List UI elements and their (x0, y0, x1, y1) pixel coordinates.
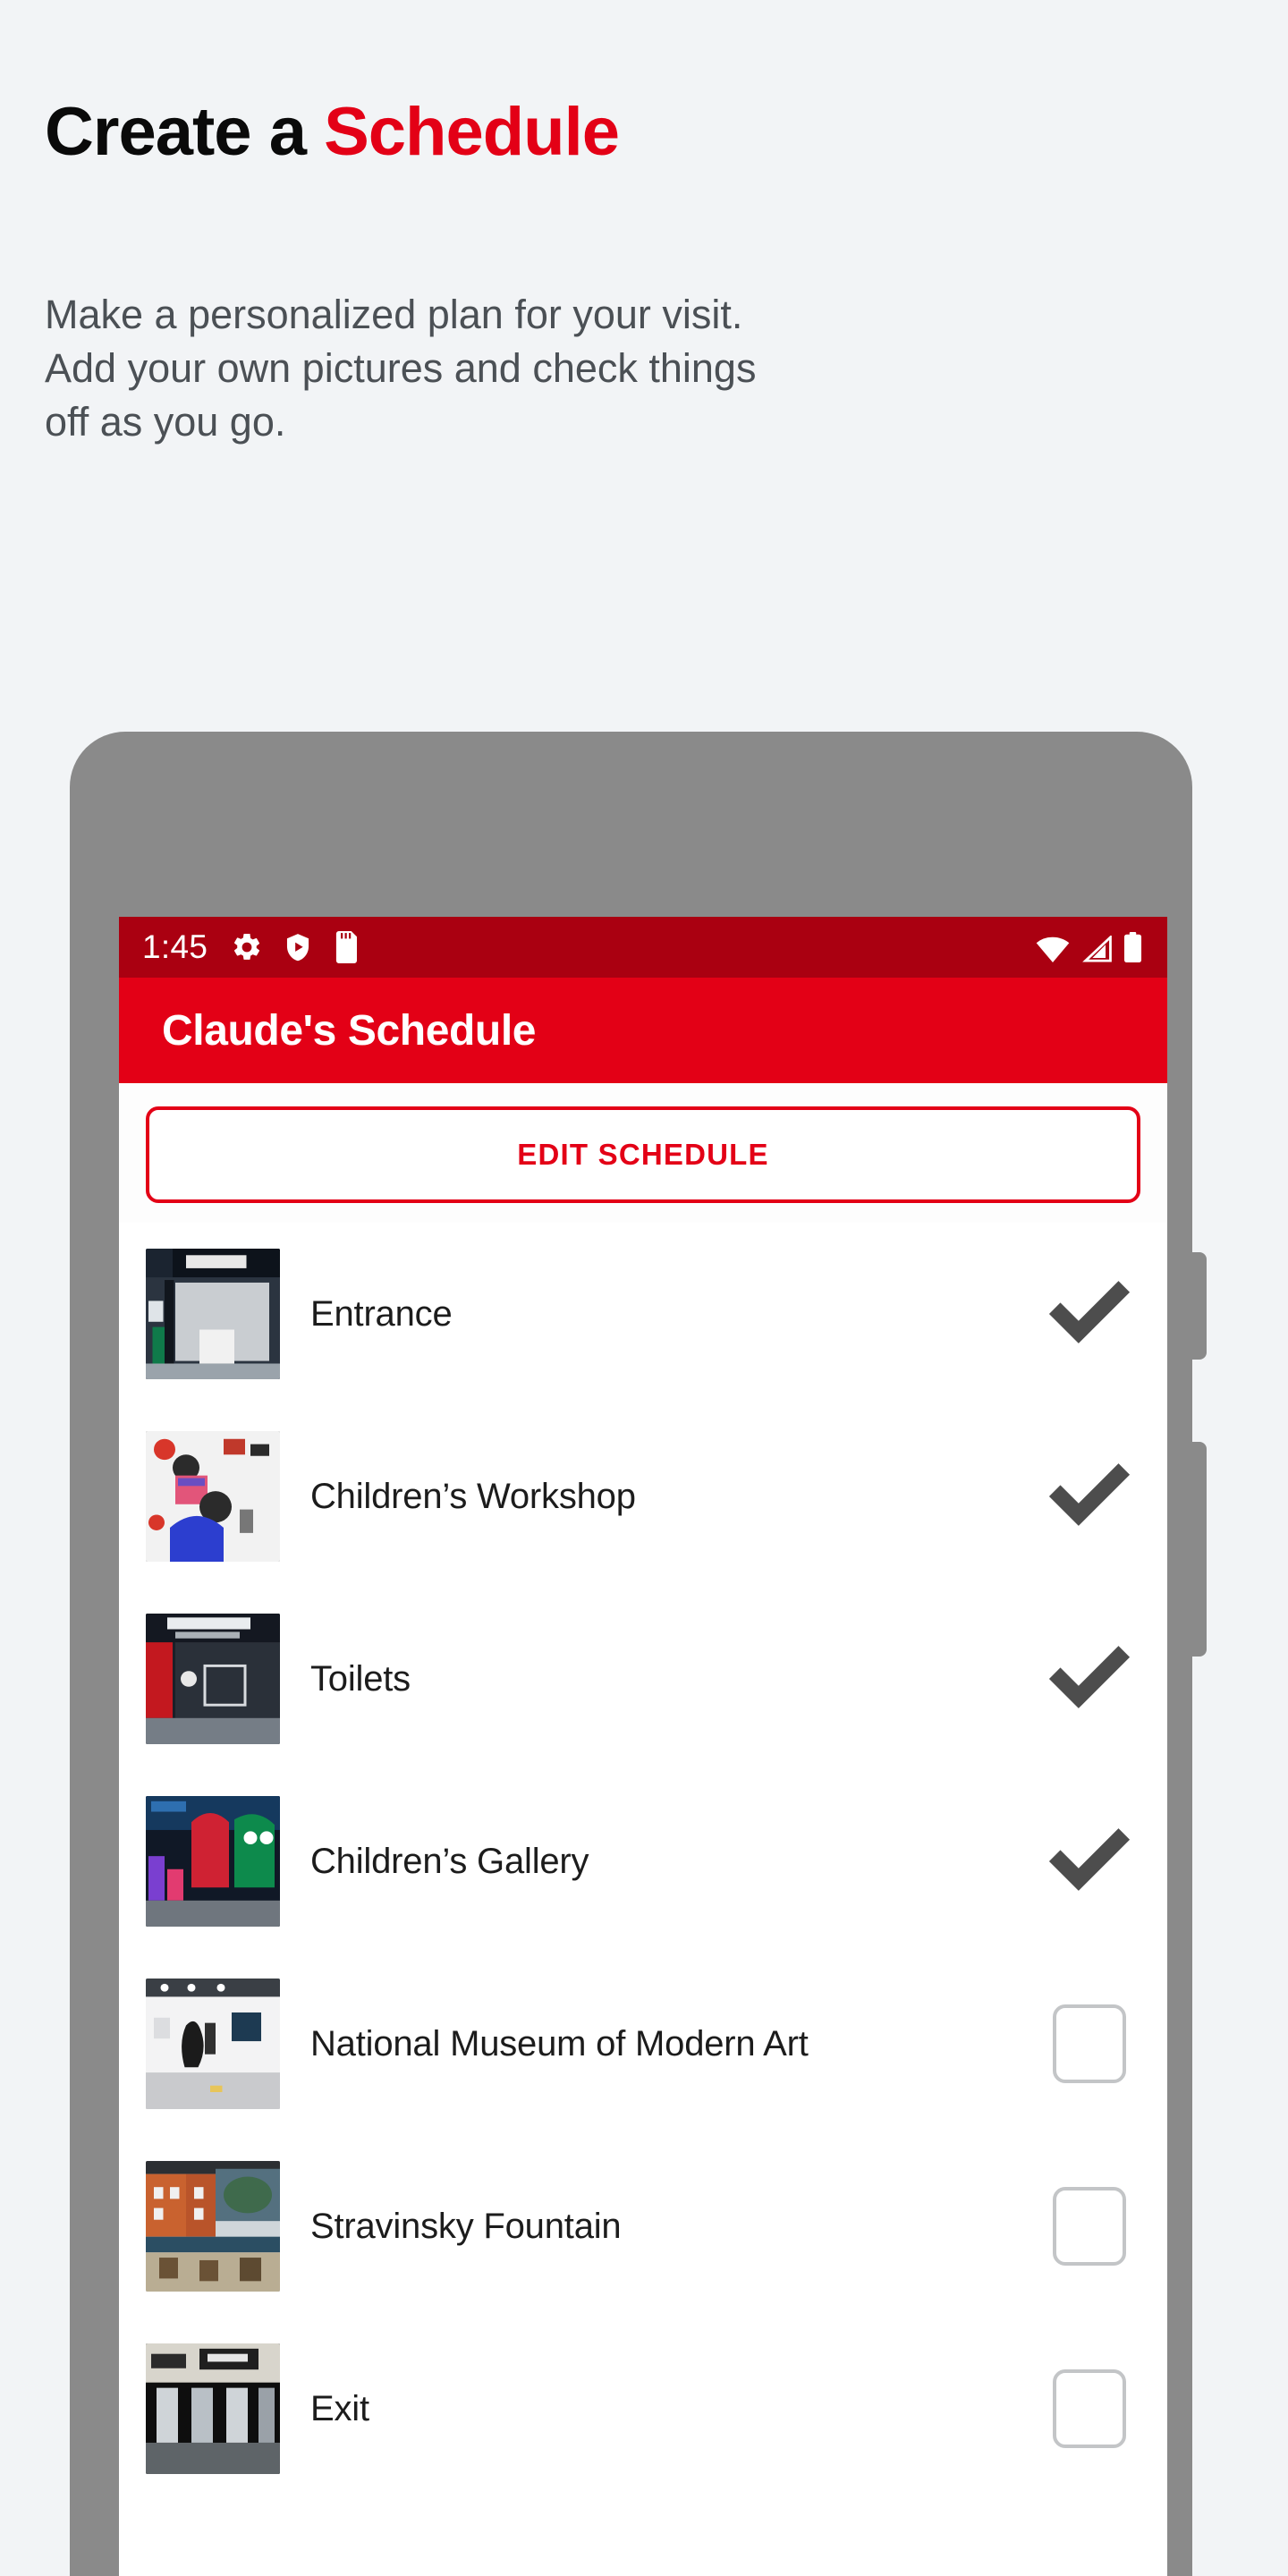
schedule-row-label: Children’s Workshop (310, 1476, 636, 1516)
app-bar-title: Claude's Schedule (162, 1006, 537, 1055)
page-subtitle-line-3: off as you go. (45, 398, 286, 445)
checkmark-icon[interactable] (1043, 1450, 1136, 1543)
schedule-row-label: Entrance (310, 1293, 453, 1334)
schedule-row[interactable]: Stravinsky Fountain (119, 2135, 1167, 2318)
screen-content: EDIT SCHEDULE Entrance Children’s Worksh… (119, 1083, 1167, 2576)
schedule-row-state[interactable] (1040, 1815, 1139, 1908)
edit-schedule-button[interactable]: EDIT SCHEDULE (146, 1106, 1140, 1203)
app-bar: Claude's Schedule (119, 978, 1167, 1083)
schedule-row[interactable]: National Museum of Modern Art (119, 1953, 1167, 2135)
schedule-row-state[interactable] (1040, 2187, 1139, 2266)
schedule-row[interactable]: Toilets (119, 1588, 1167, 1770)
page-subtitle-line-1: Make a personalized plan for your visit. (45, 292, 743, 337)
schedule-row-label: Stravinsky Fountain (310, 2206, 622, 2246)
schedule-row-state[interactable] (1040, 2369, 1139, 2448)
toilets-thumbnail (146, 1614, 280, 1744)
schedule-row[interactable]: Entrance (119, 1223, 1167, 1405)
modern-art-museum-thumbnail (146, 1979, 280, 2109)
battery-icon (1123, 932, 1142, 962)
exit-thumbnail (146, 2343, 280, 2474)
childrens-workshop-thumbnail (146, 1431, 280, 1562)
power-button[interactable] (1192, 1252, 1207, 1360)
schedule-row-state[interactable] (1040, 2004, 1139, 2083)
shield-play-icon (283, 931, 313, 963)
checkmark-icon[interactable] (1043, 1632, 1136, 1725)
checkmark-icon[interactable] (1043, 1815, 1136, 1908)
schedule-row-label: Children’s Gallery (310, 1841, 589, 1881)
schedule-row-state[interactable] (1040, 1450, 1139, 1543)
volume-button[interactable] (1192, 1442, 1207, 1657)
schedule-row[interactable]: Children’s Workshop (119, 1405, 1167, 1588)
status-bar-left-icons (231, 931, 360, 963)
wifi-icon (1036, 936, 1070, 962)
checkbox-empty-icon[interactable] (1053, 2004, 1126, 2083)
page-subtitle: Make a personalized plan for your visit.… (45, 288, 1208, 449)
status-bar-clock: 1:45 (142, 928, 208, 965)
schedule-row[interactable]: Exit (119, 2318, 1167, 2500)
schedule-row-state[interactable] (1040, 1267, 1139, 1360)
status-bar: 1:45 (119, 917, 1167, 978)
schedule-list: Entrance Children’s Workshop Toilets Chi… (119, 1223, 1167, 2500)
phone-screen: 1:45 Claude's Schedule EDIT SCHEDULE Ent… (119, 917, 1167, 2576)
page-title-part1: Create a (45, 94, 325, 170)
page-title-part2: Schedule (324, 94, 620, 170)
entrance-thumbnail (146, 1249, 280, 1379)
gear-icon (231, 931, 263, 963)
status-bar-right-icons (1036, 932, 1142, 962)
page-subtitle-line-2: Add your own pictures and check things (45, 344, 757, 391)
checkbox-empty-icon[interactable] (1053, 2369, 1126, 2448)
schedule-row[interactable]: Children’s Gallery (119, 1770, 1167, 1953)
page-title: Create a Schedule (45, 94, 620, 170)
edit-schedule-container: EDIT SCHEDULE (119, 1083, 1167, 1223)
checkmark-icon[interactable] (1043, 1267, 1136, 1360)
cell-signal-icon (1081, 936, 1112, 962)
stravinsky-fountain-thumbnail (146, 2161, 280, 2292)
page-root: Create a Schedule Make a personalized pl… (0, 0, 1288, 2576)
sd-card-icon (333, 931, 360, 963)
schedule-row-label: Toilets (310, 1658, 411, 1699)
schedule-row-state[interactable] (1040, 1632, 1139, 1725)
schedule-row-label: National Museum of Modern Art (310, 2023, 809, 2063)
childrens-gallery-thumbnail (146, 1796, 280, 1927)
checkbox-empty-icon[interactable] (1053, 2187, 1126, 2266)
schedule-row-label: Exit (310, 2388, 369, 2428)
